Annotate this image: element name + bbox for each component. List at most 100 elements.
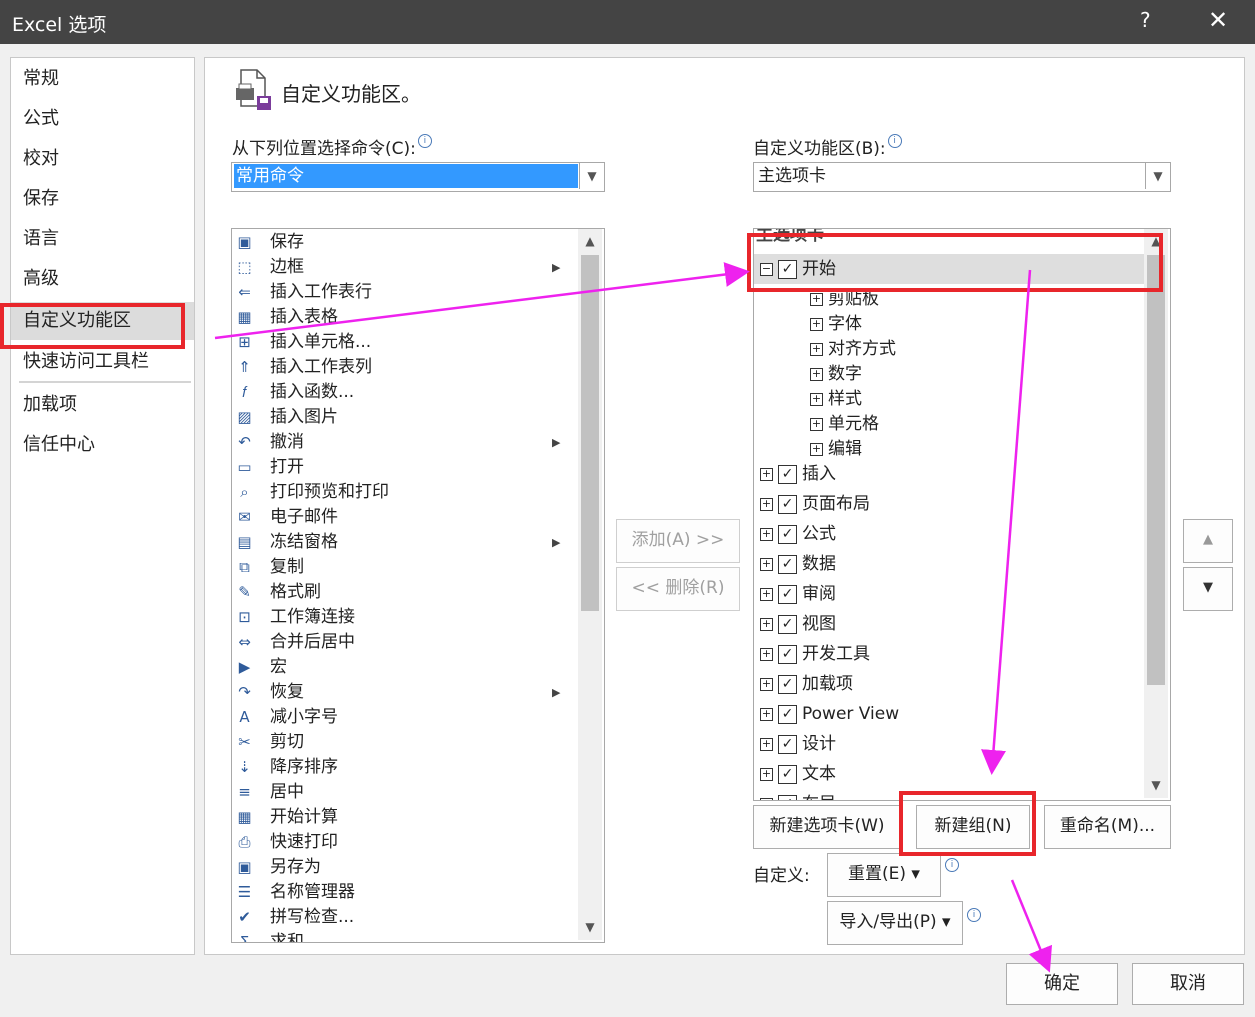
tree-tab-item[interactable]: + ✓ 页面布局 — [754, 491, 1134, 517]
nav-item-addins[interactable]: 加载项 — [23, 388, 77, 422]
nav-item-quick-access-toolbar[interactable]: 快速访问工具栏 — [23, 345, 149, 379]
tree-tab-item[interactable]: + ✓ 加载项 — [754, 671, 1134, 697]
scroll-down-icon[interactable]: ▼ — [579, 917, 601, 937]
commands-source-combo[interactable]: 常用命令 ▼ — [231, 162, 605, 192]
scroll-down-icon[interactable]: ▼ — [1145, 775, 1167, 795]
command-item[interactable]: ▦ 开始计算 — [232, 805, 572, 830]
checkbox-checked-icon[interactable]: ✓ — [778, 555, 797, 574]
tree-group-item[interactable]: + 样式 — [754, 386, 1134, 412]
expand-icon[interactable]: + — [760, 528, 773, 541]
expand-icon[interactable]: + — [760, 498, 773, 511]
tree-group-item[interactable]: + 编辑 — [754, 436, 1134, 462]
command-item[interactable]: ▭ 打开 — [232, 455, 572, 480]
checkbox-checked-icon[interactable]: ✓ — [778, 705, 797, 724]
nav-item-general[interactable]: 常规 — [23, 62, 59, 96]
ribbon-tree-scroll-thumb[interactable] — [1147, 255, 1165, 685]
expand-icon[interactable]: + — [760, 618, 773, 631]
tree-tab-item[interactable]: + ✓ 开发工具 — [754, 641, 1134, 667]
checkbox-checked-icon[interactable]: ✓ — [778, 795, 797, 800]
command-item[interactable]: ▶ 宏 — [232, 655, 572, 680]
command-item[interactable]: ▣ 另存为 — [232, 855, 572, 880]
command-item[interactable]: ▤ 冻结窗格 ▶ — [232, 530, 572, 555]
expand-icon[interactable]: + — [760, 648, 773, 661]
command-item[interactable]: ⇑ 插入工作表列 — [232, 355, 572, 380]
expand-icon[interactable]: + — [810, 293, 823, 306]
tree-tab-item[interactable]: + ✓ 视图 — [754, 611, 1134, 637]
expand-icon[interactable]: + — [810, 368, 823, 381]
command-item[interactable]: ↶ 撤消 ▶ — [232, 430, 572, 455]
command-item[interactable]: ✔ 拼写检查... — [232, 905, 572, 930]
expand-icon[interactable]: + — [760, 798, 773, 800]
command-item[interactable]: ↷ 恢复 ▶ — [232, 680, 572, 705]
checkbox-checked-icon[interactable]: ✓ — [778, 465, 797, 484]
checkbox-checked-icon[interactable]: ✓ — [778, 645, 797, 664]
expand-icon[interactable]: + — [760, 768, 773, 781]
command-item[interactable]: ⇐ 插入工作表行 — [232, 280, 572, 305]
command-item[interactable]: ⊞ 插入单元格... — [232, 330, 572, 355]
checkbox-checked-icon[interactable]: ✓ — [778, 495, 797, 514]
close-icon[interactable]: ✕ — [1208, 6, 1228, 34]
tree-group-item[interactable]: + 单元格 — [754, 411, 1134, 437]
chevron-down-icon[interactable]: ▼ — [579, 163, 604, 189]
checkbox-checked-icon[interactable]: ✓ — [778, 765, 797, 784]
commands-scrollbar[interactable]: ▲ ▼ — [578, 229, 602, 940]
tree-tab-item[interactable]: + ✓ 审阅 — [754, 581, 1134, 607]
ribbon-tree-scrollbar[interactable]: ▲ ▼ — [1144, 229, 1168, 798]
tree-tab-item[interactable]: + ✓ 数据 — [754, 551, 1134, 577]
commands-scroll-thumb[interactable] — [581, 255, 599, 611]
tree-group-item[interactable]: + 数字 — [754, 361, 1134, 387]
import-export-button[interactable]: 导入/导出(P) ▾ — [827, 901, 963, 945]
expand-icon[interactable]: + — [760, 588, 773, 601]
command-item[interactable]: 𝑓 插入函数... — [232, 380, 572, 405]
checkbox-checked-icon[interactable]: ✓ — [778, 615, 797, 634]
command-item[interactable]: ✎ 格式刷 — [232, 580, 572, 605]
ribbon-tabs-combo[interactable]: 主选项卡 ▼ — [753, 162, 1171, 192]
reset-button[interactable]: 重置(E) ▾ — [827, 853, 941, 897]
tree-tab-item[interactable]: + ✓ 设计 — [754, 731, 1134, 757]
expand-icon[interactable]: + — [760, 678, 773, 691]
expand-icon[interactable]: + — [760, 558, 773, 571]
command-item[interactable]: ⇣ 降序排序 — [232, 755, 572, 780]
tree-group-item[interactable]: + 字体 — [754, 311, 1134, 337]
command-item[interactable]: Σ 求和 — [232, 930, 572, 942]
checkbox-checked-icon[interactable]: ✓ — [778, 675, 797, 694]
expand-icon[interactable]: + — [760, 738, 773, 751]
tree-tab-item[interactable]: + ✓ 公式 — [754, 521, 1134, 547]
command-item[interactable]: ▣ 保存 — [232, 230, 572, 255]
command-item[interactable]: ≡ 居中 — [232, 780, 572, 805]
nav-item-save[interactable]: 保存 — [23, 182, 59, 216]
expand-icon[interactable]: + — [810, 443, 823, 456]
command-item[interactable]: ⌕ 打印预览和打印 — [232, 480, 572, 505]
checkbox-checked-icon[interactable]: ✓ — [778, 735, 797, 754]
tree-tab-item[interactable]: + ✓ 文本 — [754, 761, 1134, 787]
cancel-button[interactable]: 取消 — [1132, 963, 1244, 1005]
scroll-up-icon[interactable]: ▲ — [579, 231, 601, 251]
tree-tab-item[interactable]: + ✓ 插入 — [754, 461, 1134, 487]
expand-icon[interactable]: + — [810, 318, 823, 331]
move-down-button[interactable]: ▼ — [1183, 567, 1233, 611]
command-item[interactable]: ✂ 剪切 — [232, 730, 572, 755]
tree-tab-item[interactable]: + ✓ Power View — [754, 701, 1134, 727]
rename-button[interactable]: 重命名(M)... — [1044, 805, 1171, 849]
command-item[interactable]: ☰ 名称管理器 — [232, 880, 572, 905]
nav-item-trust-center[interactable]: 信任中心 — [23, 428, 95, 462]
ok-button[interactable]: 确定 — [1006, 963, 1118, 1005]
command-item[interactable]: ⊡ 工作簿连接 — [232, 605, 572, 630]
expand-icon[interactable]: + — [810, 418, 823, 431]
nav-item-formulas[interactable]: 公式 — [23, 102, 59, 136]
command-item[interactable]: A 减小字号 — [232, 705, 572, 730]
commands-list[interactable]: ▣ 保存 ⬚ 边框 ▶ ⇐ 插入工作表行 ▦ 插入表格 ⊞ 插入单元格... ⇑ 插入工作表列 𝑓 插入函数… — [231, 228, 605, 943]
new-tab-button[interactable]: 新建选项卡(W) — [753, 805, 901, 849]
command-item[interactable]: ⧉ 复制 — [232, 555, 572, 580]
command-item[interactable]: ⇔ 合并后居中 — [232, 630, 572, 655]
add-button[interactable]: 添加(A) >> — [616, 519, 740, 563]
command-item[interactable]: ✉ 电子邮件 — [232, 505, 572, 530]
command-item[interactable]: ⎙ 快速打印 — [232, 830, 572, 855]
nav-item-advanced[interactable]: 高级 — [23, 262, 59, 296]
move-up-button[interactable]: ▲ — [1183, 519, 1233, 563]
tree-group-item[interactable]: + 对齐方式 — [754, 336, 1134, 362]
command-item[interactable]: ▦ 插入表格 — [232, 305, 572, 330]
expand-icon[interactable]: + — [760, 468, 773, 481]
command-item[interactable]: ▨ 插入图片 — [232, 405, 572, 430]
expand-icon[interactable]: + — [810, 393, 823, 406]
